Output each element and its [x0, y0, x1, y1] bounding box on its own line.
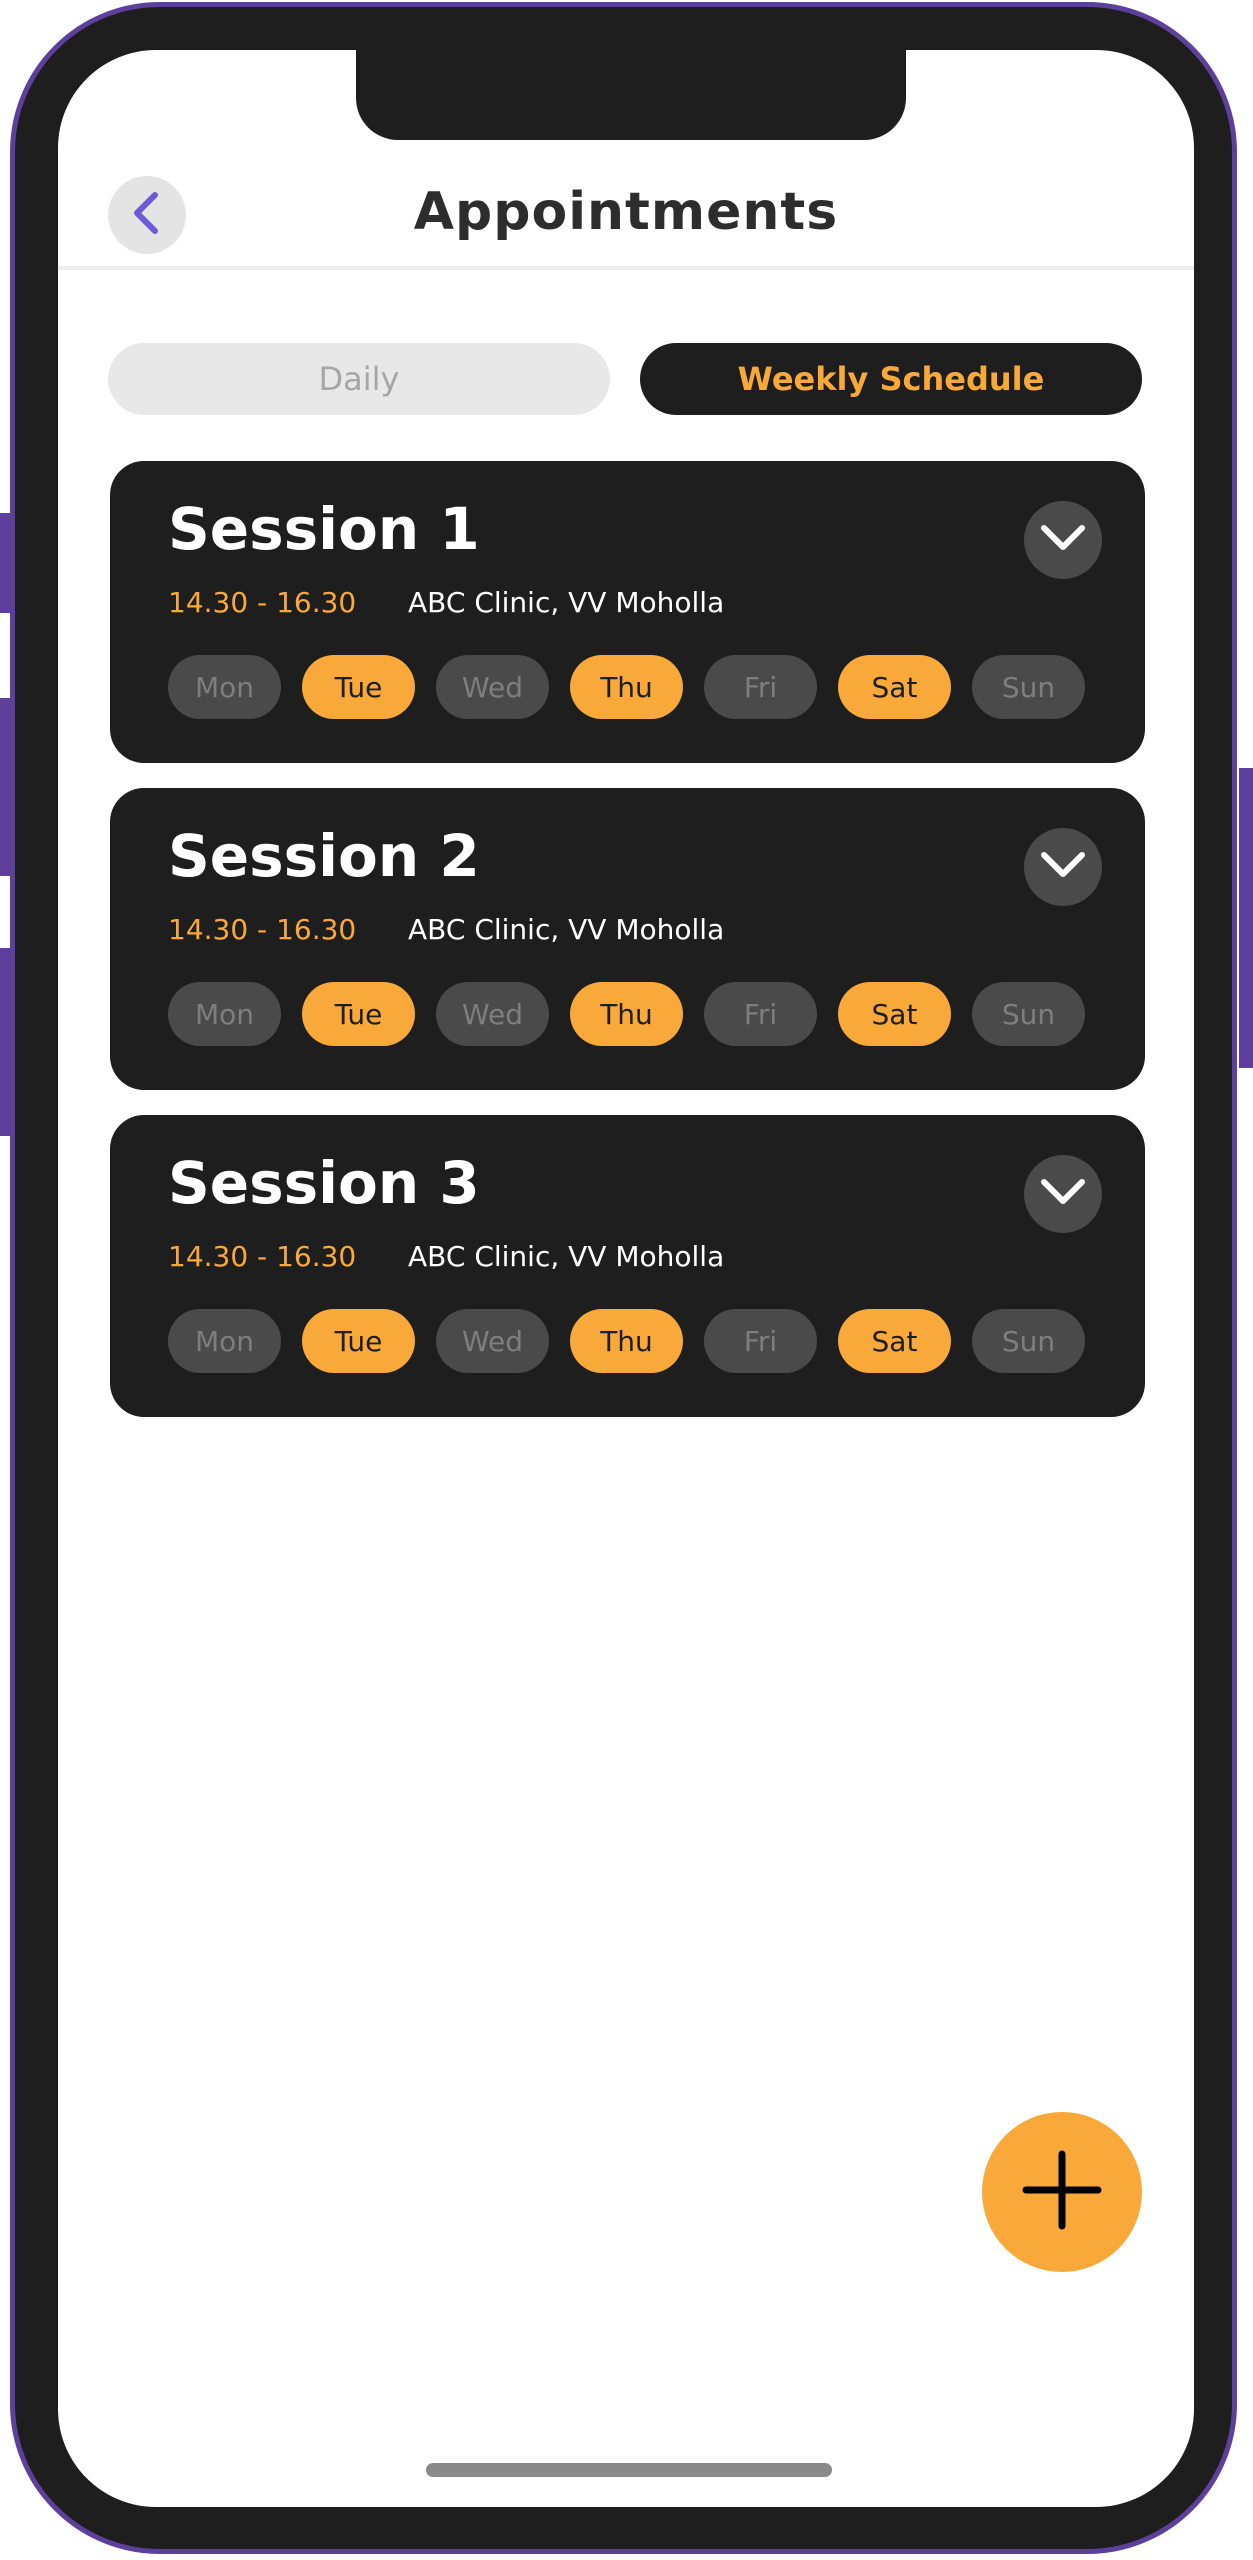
tab-weekly-schedule[interactable]: Weekly Schedule	[640, 343, 1142, 415]
session-location: ABC Clinic, VV Moholla	[408, 1240, 725, 1273]
session-title: Session 2	[168, 822, 480, 890]
home-indicator	[426, 2463, 832, 2477]
day-chip-fri[interactable]: Fri	[704, 655, 817, 719]
expand-session-button[interactable]	[1024, 501, 1102, 579]
session-card[interactable]: Session 1 14.30 - 16.30 ABC Clinic, VV Moh…	[110, 461, 1145, 763]
session-card[interactable]: Session 2 14.30 - 16.30 ABC Clinic, VV Moh…	[110, 788, 1145, 1090]
day-chip-sun[interactable]: Sun	[972, 1309, 1085, 1373]
day-chip-mon[interactable]: Mon	[168, 1309, 281, 1373]
plus-icon	[1022, 2150, 1102, 2234]
day-chip-sat[interactable]: Sat	[838, 982, 951, 1046]
session-title: Session 3	[168, 1149, 480, 1217]
notch	[356, 50, 906, 140]
day-chip-thu[interactable]: Thu	[570, 655, 683, 719]
day-chip-mon[interactable]: Mon	[168, 655, 281, 719]
tab-daily[interactable]: Daily	[108, 343, 610, 415]
session-card[interactable]: Session 3 14.30 - 16.30 ABC Clinic, VV Moh…	[110, 1115, 1145, 1417]
expand-session-button[interactable]	[1024, 828, 1102, 906]
add-session-button[interactable]	[982, 2112, 1142, 2272]
session-title: Session 1	[168, 495, 480, 563]
day-chip-sun[interactable]: Sun	[972, 655, 1085, 719]
chevron-down-icon	[1040, 523, 1086, 557]
weekday-selector: Mon Tue Wed Thu Fri Sat Sun	[168, 982, 1085, 1046]
expand-session-button[interactable]	[1024, 1155, 1102, 1233]
day-chip-tue[interactable]: Tue	[302, 982, 415, 1046]
day-chip-thu[interactable]: Thu	[570, 1309, 683, 1373]
day-chip-sun[interactable]: Sun	[972, 982, 1085, 1046]
chevron-down-icon	[1040, 1177, 1086, 1211]
day-chip-fri[interactable]: Fri	[704, 1309, 817, 1373]
day-chip-sat[interactable]: Sat	[838, 655, 951, 719]
day-chip-sat[interactable]: Sat	[838, 1309, 951, 1373]
session-time: 14.30 - 16.30	[168, 913, 357, 946]
power-button	[1239, 768, 1253, 1068]
day-chip-wed[interactable]: Wed	[436, 655, 549, 719]
day-chip-mon[interactable]: Mon	[168, 982, 281, 1046]
day-chip-fri[interactable]: Fri	[704, 982, 817, 1046]
session-location: ABC Clinic, VV Moholla	[408, 913, 725, 946]
session-time: 14.30 - 16.30	[168, 1240, 357, 1273]
day-chip-thu[interactable]: Thu	[570, 982, 683, 1046]
day-chip-wed[interactable]: Wed	[436, 1309, 549, 1373]
day-chip-tue[interactable]: Tue	[302, 655, 415, 719]
session-location: ABC Clinic, VV Moholla	[408, 586, 725, 619]
session-time: 14.30 - 16.30	[168, 586, 357, 619]
header-divider	[58, 266, 1194, 270]
chevron-down-icon	[1040, 850, 1086, 884]
app-screen: Appointments Daily Weekly Schedule Sessi…	[58, 50, 1194, 2507]
day-chip-wed[interactable]: Wed	[436, 982, 549, 1046]
day-chip-tue[interactable]: Tue	[302, 1309, 415, 1373]
page-title: Appointments	[413, 182, 839, 242]
weekday-selector: Mon Tue Wed Thu Fri Sat Sun	[168, 1309, 1085, 1373]
weekday-selector: Mon Tue Wed Thu Fri Sat Sun	[168, 655, 1085, 719]
